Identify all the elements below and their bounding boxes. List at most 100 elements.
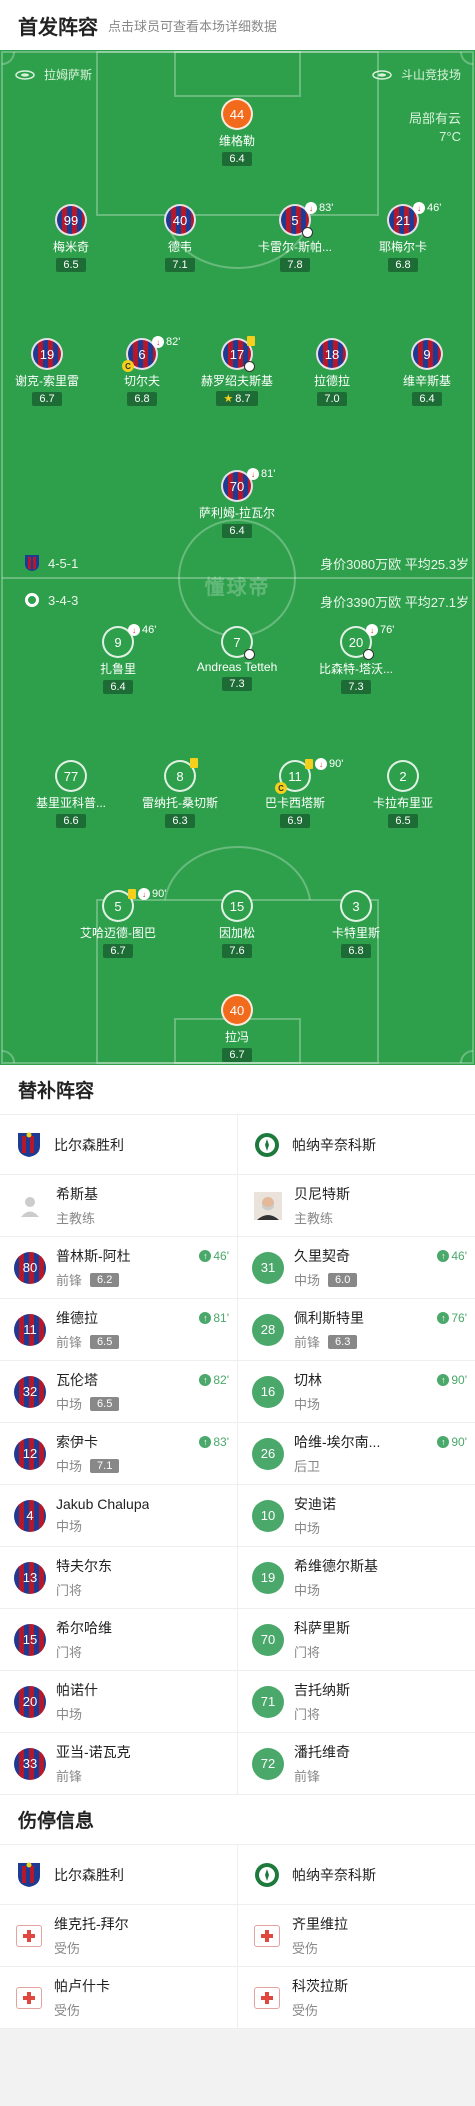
player-away-fwd[interactable]: 7 Andreas Tetteh 7.3 — [187, 626, 287, 692]
jersey-number: 9 — [411, 338, 443, 370]
player-rating: 7.0 — [317, 392, 347, 406]
pitch: 拉姆萨斯 斗山竞技场 局部有云 7°C 懂球帝 4-5-1 身价3080万欧 平… — [0, 50, 475, 1065]
sub-player-row[interactable]: 4 Jakub Chalupa 中场 — [0, 1485, 237, 1547]
medical-kit-icon — [16, 1986, 42, 2009]
injury-row[interactable]: 科茨拉斯 受伤 — [238, 1967, 475, 2029]
player-name: 哈维-埃尔南... — [294, 1434, 381, 1450]
sub-player-row[interactable]: 71 吉托纳斯 门将 — [238, 1671, 475, 1733]
sub-player-row[interactable]: 15 希尔哈维 门将 — [0, 1609, 237, 1671]
player-away-def[interactable]: 5 ↓ 90' 艾哈迈德-图巴 6.7 — [68, 888, 168, 959]
player-rating: 6.8 — [127, 392, 157, 406]
goal-ball-icon — [244, 649, 255, 660]
coach-role: 主教练 — [56, 1211, 96, 1226]
jersey-number: 5 — [291, 212, 299, 228]
sub-player-row[interactable]: 20 帕诺什 中场 — [0, 1671, 237, 1733]
player-away-mid[interactable]: 11 C ↓ 90' 巴卡西塔斯 6.9 — [245, 758, 345, 829]
avatar-placeholder-icon — [16, 1192, 44, 1220]
player-home-def[interactable]: 21 ↓ 46' 耶梅尔卡 6.8 — [353, 202, 453, 273]
injury-row[interactable]: 维克托-拜尔 受伤 — [0, 1905, 237, 1967]
player-name: 德韦 — [167, 240, 192, 254]
goal-ball-icon — [302, 227, 313, 238]
sub-player-row[interactable]: 11 维德拉 前锋 6.5 ↑ 81' — [0, 1299, 237, 1361]
player-rating: 6.8 — [341, 944, 371, 958]
away-team-row[interactable]: 帕纳辛奈科斯 — [238, 1115, 475, 1175]
sub-player-row[interactable]: 70 科萨里斯 门将 — [238, 1609, 475, 1671]
stadium-icon — [372, 69, 392, 80]
weather-info: 局部有云 7°C — [409, 110, 461, 146]
home-coach-row[interactable]: 希斯基 主教练 — [0, 1175, 237, 1237]
player-home-gk[interactable]: 44 维格勒 6.4 — [187, 98, 287, 167]
sub-player-row[interactable]: 28 佩利斯特里 前锋 6.3 ↑ 76' — [238, 1299, 475, 1361]
sub-in-icon: ↑ — [199, 1374, 212, 1386]
jersey-number: 13 — [14, 1561, 46, 1594]
player-away-def[interactable]: 15 因加松 7.6 — [187, 890, 287, 959]
player-away-mid[interactable]: 77 基里亚科普... 6.6 — [21, 760, 121, 829]
player-home-def[interactable]: 5 ↓ 83' 卡雷尔-斯帕... 7.8 — [245, 202, 345, 273]
subs-section: 替补阵容 比尔森胜利 希斯基 主教练 80 普林斯-阿杜 前锋 6.2 ↑ 46' 1… — [0, 1065, 475, 1795]
sub-player-row[interactable]: 32 瓦伦塔 中场 6.5 ↑ 82' — [0, 1361, 237, 1423]
yellow-card-icon — [247, 336, 255, 346]
away-crest-icon — [255, 1862, 279, 1887]
home-team-name: 比尔森胜利 — [54, 1136, 124, 1153]
sub-player-row[interactable]: 72 潘托维奇 前锋 — [238, 1733, 475, 1795]
player-name: 科茨拉斯 — [292, 1978, 348, 1994]
sub-out-icon: ↓ — [138, 888, 150, 900]
player-position: 门将 — [294, 1707, 321, 1722]
jersey-number: 33 — [14, 1747, 46, 1780]
player-rating: 7.3 — [222, 677, 252, 691]
sub-in-icon: ↑ — [199, 1436, 212, 1448]
player-home-fwd[interactable]: 70 ↓ 81' 萨利姆-拉瓦尔 6.4 — [187, 468, 287, 539]
sub-player-row[interactable]: 10 安迪诺 中场 — [238, 1485, 475, 1547]
sub-in-event: ↑ 82' — [199, 1373, 229, 1387]
page-footer-space — [0, 2029, 475, 2075]
sub-out-event: ↓ 82' — [152, 336, 180, 348]
player-rating: 6.5 — [56, 258, 86, 272]
home-team-row[interactable]: 比尔森胜利 — [0, 1845, 237, 1905]
away-team-row[interactable]: 帕纳辛奈科斯 — [238, 1845, 475, 1905]
sub-in-icon: ↑ — [437, 1250, 450, 1262]
yellow-card-icon — [128, 889, 136, 899]
lineup-title: 首发阵容 — [18, 16, 98, 39]
jersey-number: 70 — [252, 1623, 284, 1656]
sub-player-row[interactable]: 31 久里契奇 中场 6.0 ↑ 46' — [238, 1237, 475, 1299]
sub-in-event: ↑ 90' — [437, 1373, 467, 1387]
player-away-gk[interactable]: 40 拉冯 6.7 — [187, 994, 287, 1063]
player-name: 卡特里斯 — [331, 926, 380, 940]
sub-player-row[interactable]: 12 索伊卡 中场 7.1 ↑ 83' — [0, 1423, 237, 1485]
injury-row[interactable]: 齐里维拉 受伤 — [238, 1905, 475, 1967]
player-name: 萨利姆-拉瓦尔 — [199, 506, 275, 520]
sub-in-icon: ↑ — [437, 1436, 450, 1448]
player-away-fwd[interactable]: 20 ↓ 76' 比森特-塔沃... 7.3 — [306, 624, 406, 695]
sub-player-row[interactable]: 33 亚当-诺瓦克 前锋 — [0, 1733, 237, 1795]
player-away-mid[interactable]: 2 卡拉布里亚 6.5 — [353, 760, 453, 829]
sub-player-row[interactable]: 16 切林 中场 ↑ 90' — [238, 1361, 475, 1423]
player-away-fwd[interactable]: 9 ↓ 46' 扎鲁里 6.4 — [68, 624, 168, 695]
home-crest-icon — [18, 1862, 40, 1887]
player-name: 久里契奇 — [294, 1248, 350, 1264]
player-home-mid[interactable]: 9 维辛斯基 6.4 — [377, 338, 475, 407]
player-home-def[interactable]: 99 梅米奇 6.5 — [21, 204, 121, 273]
player-away-mid[interactable]: 8 雷纳托-桑切斯 6.3 — [130, 758, 230, 829]
player-rating: 6.4 — [412, 392, 442, 406]
sub-player-row[interactable]: 26 哈维-埃尔南... 后卫 ↑ 90' — [238, 1423, 475, 1485]
player-rating: 7.6 — [222, 944, 252, 958]
player-name: 巴卡西塔斯 — [264, 796, 325, 810]
player-home-def[interactable]: 40 德韦 7.1 — [130, 204, 230, 273]
player-home-mid[interactable]: 18 拉德拉 7.0 — [282, 338, 382, 407]
player-rating: 6.7 — [103, 944, 133, 958]
sub-player-row[interactable]: 80 普林斯-阿杜 前锋 6.2 ↑ 46' — [0, 1237, 237, 1299]
player-away-def[interactable]: 3 卡特里斯 6.8 — [306, 890, 406, 959]
sub-out-icon: ↓ — [366, 624, 378, 636]
sub-player-row[interactable]: 13 特夫尔东 门将 — [0, 1547, 237, 1609]
home-subs-column: 比尔森胜利 希斯基 主教练 80 普林斯-阿杜 前锋 6.2 ↑ 46' 11 维德拉… — [0, 1115, 237, 1795]
injury-status: 受伤 — [292, 2003, 319, 2018]
player-home-mid[interactable]: 17 赫罗绍夫斯基 ★ 8.7 — [187, 336, 287, 407]
away-coach-row[interactable]: 贝尼特斯 主教练 — [238, 1175, 475, 1237]
jersey-number: 32 — [14, 1375, 46, 1408]
sub-player-row[interactable]: 19 希维德尔斯基 中场 — [238, 1547, 475, 1609]
home-team-row[interactable]: 比尔森胜利 — [0, 1115, 237, 1175]
injury-row[interactable]: 帕卢什卡 受伤 — [0, 1967, 237, 2029]
player-home-mid[interactable]: 6C ↓ 82' 切尔夫 6.8 — [92, 336, 192, 407]
player-home-mid[interactable]: 19 谢克-索里雷 6.7 — [0, 338, 97, 407]
player-name: 齐里维拉 — [292, 1916, 348, 1932]
